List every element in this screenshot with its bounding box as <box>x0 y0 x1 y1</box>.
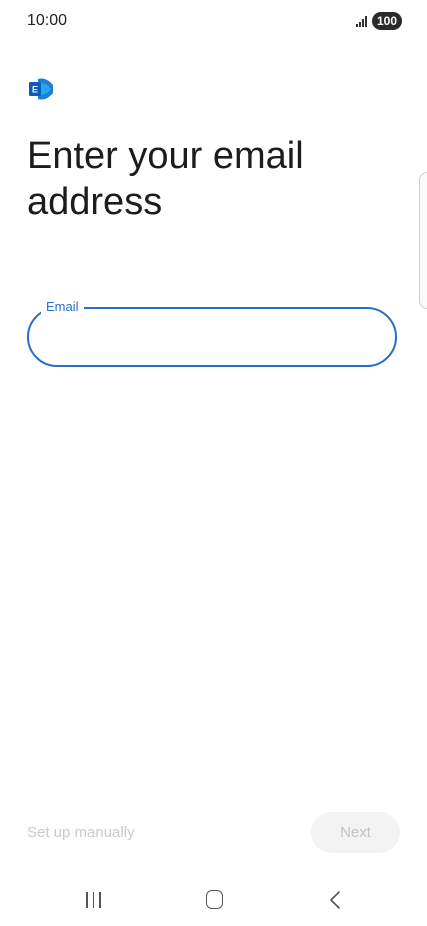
email-input[interactable] <box>49 323 373 353</box>
exchange-logo-icon: E <box>28 77 54 101</box>
page-title: Enter your email address <box>27 135 304 223</box>
status-indicators: 100 <box>355 12 402 30</box>
recents-icon[interactable] <box>86 892 101 908</box>
back-icon[interactable] <box>326 888 344 912</box>
signal-icon <box>355 15 367 27</box>
exchange-logo-letter: E <box>32 85 38 95</box>
email-field[interactable]: Email <box>27 299 397 367</box>
edge-panel-handle[interactable] <box>419 172 427 309</box>
next-button[interactable]: Next <box>311 812 400 853</box>
battery-badge: 100 <box>371 12 402 30</box>
email-field-label: Email <box>41 299 84 314</box>
status-time: 10:00 <box>27 12 68 29</box>
set-up-manually-link[interactable]: Set up manually <box>27 824 135 841</box>
status-bar: 10:00 100 <box>0 0 427 44</box>
home-icon[interactable] <box>206 890 223 909</box>
navigation-bar <box>0 878 427 926</box>
